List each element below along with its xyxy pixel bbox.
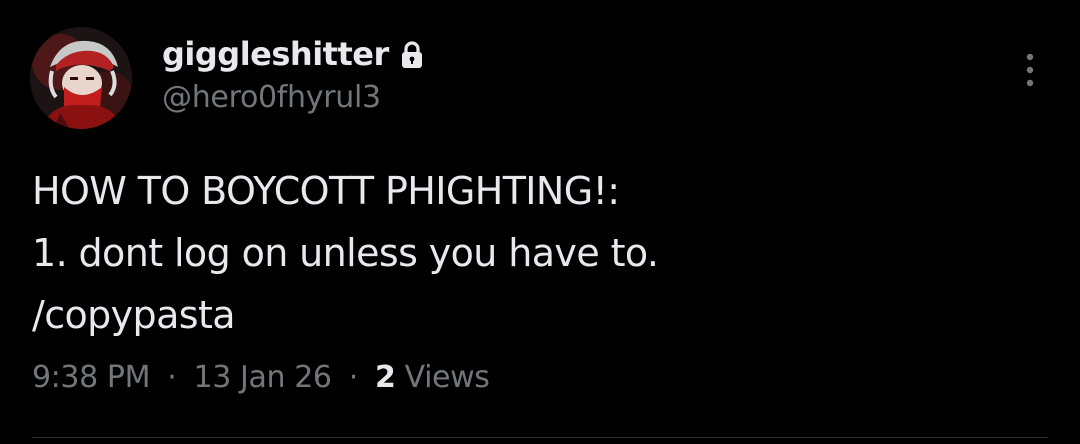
avatar[interactable] bbox=[30, 27, 132, 129]
divider bbox=[32, 437, 1048, 438]
tweet-metadata: 9:38 PM · 13 Jan 26 · 2 Views bbox=[32, 360, 490, 395]
author-handle[interactable]: @hero0fhyrul3 bbox=[162, 80, 381, 115]
tweet-text-line: 1. dont log on unless you have to. bbox=[32, 231, 659, 275]
tweet-time[interactable]: 9:38 PM bbox=[32, 360, 150, 395]
tweet-text: HOW TO BOYCOTT PHIGHTING!: 1. dont log o… bbox=[32, 160, 1032, 346]
more-options-button[interactable] bbox=[1012, 50, 1048, 90]
tweet-detail: giggleshitter @hero0fhyrul3 HOW TO BOYCO… bbox=[0, 0, 1080, 444]
avatar-image bbox=[30, 27, 132, 129]
tweet-date[interactable]: 13 Jan 26 bbox=[194, 360, 332, 395]
separator-dot: · bbox=[167, 360, 177, 395]
author-name-row: giggleshitter bbox=[162, 32, 425, 76]
more-vertical-icon bbox=[1026, 53, 1034, 87]
lock-icon bbox=[399, 40, 425, 70]
author-display-name[interactable]: giggleshitter bbox=[162, 35, 389, 73]
views-label[interactable]: Views bbox=[405, 360, 490, 395]
views-count[interactable]: 2 bbox=[375, 360, 396, 395]
tweet-text-line[interactable]: /copypasta bbox=[32, 284, 1032, 346]
tweet-text-line: HOW TO BOYCOTT PHIGHTING!: bbox=[32, 169, 620, 213]
separator-dot: · bbox=[348, 360, 359, 395]
